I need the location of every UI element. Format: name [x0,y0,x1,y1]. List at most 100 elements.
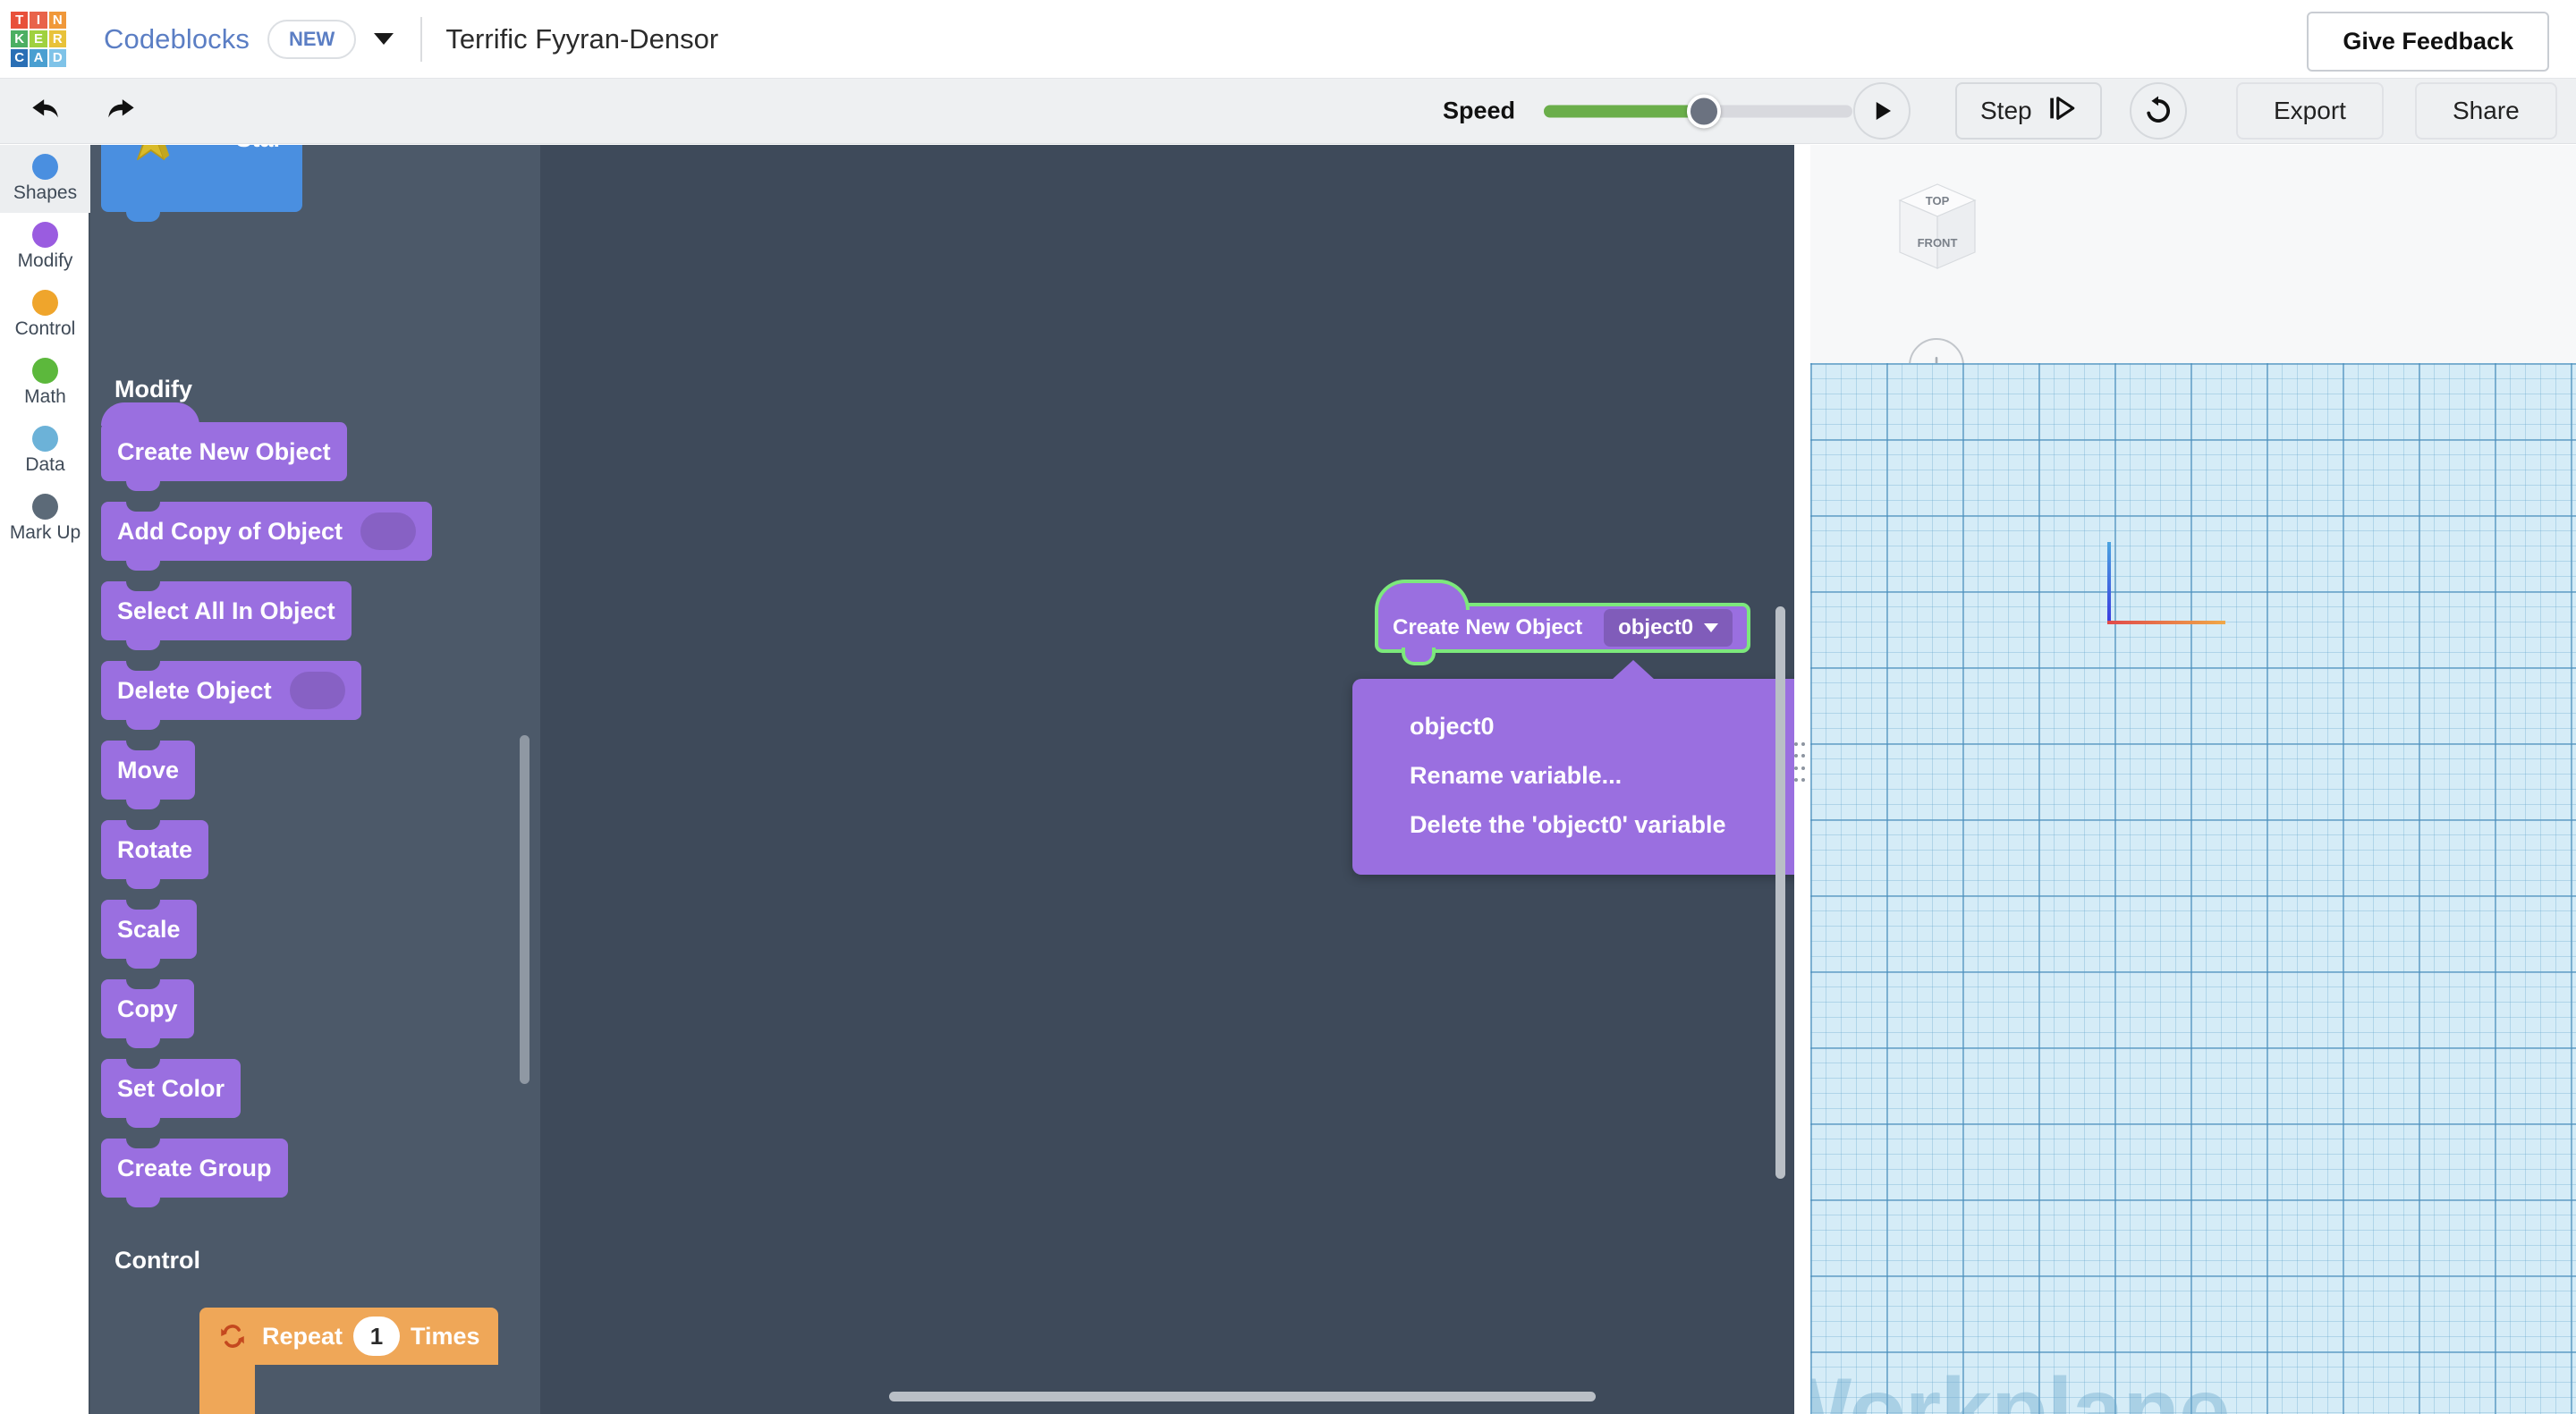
workplane-grid[interactable]: Workplane [1810,363,2576,1414]
play-button[interactable] [1853,82,1911,140]
palette-block-label: Create Group [117,1154,272,1181]
workspace-block-create-new-object[interactable]: Create New Object object0 [1375,580,1751,665]
rail-item-label: Data [25,454,65,475]
logo-tile-d-8: D [48,49,66,67]
redo-icon[interactable] [93,83,148,139]
view-cube[interactable]: TOP FRONT [1882,172,1994,284]
palette-block-label: Rotate [117,835,193,863]
context-menu-item-1[interactable]: Rename variable... [1352,751,1794,800]
palette-block-rotate[interactable]: Rotate [101,820,209,889]
new-badge: NEW [267,19,357,59]
category-rail: Shapes Modify Control Math Data Mark Up [0,145,90,1414]
3d-viewer[interactable]: TOP FRONT Workplane [1810,145,2576,1414]
toolbar: Speed Step Export Share [0,79,2576,144]
context-menu-item-2[interactable]: Delete the 'object0' variable [1352,800,1794,850]
export-button[interactable]: Export [2236,82,2384,140]
rail-item-shapes[interactable]: Shapes [0,145,90,213]
palette-block-label: Select All In Object [117,597,335,624]
step-button-label: Step [1980,97,2032,124]
chevron-down-icon [1704,623,1719,632]
palette-scrollbar[interactable] [520,735,530,1084]
give-feedback-button[interactable]: Give Feedback [2307,12,2549,72]
palette-block-set-color[interactable]: Set Color [101,1059,242,1128]
palette-block-label: Scale [117,915,181,943]
project-title[interactable]: Terrific Fyyran-Densor [445,23,718,55]
rail-item-control[interactable]: Control [0,281,90,349]
speed-control: Speed [1443,94,1853,128]
loop-icon [217,1321,248,1351]
palette-block-label: Add Copy of Object [117,517,343,545]
repeat-block-arm [199,1365,255,1414]
palette-section-control: Control [114,1247,200,1274]
viewcube-top-label: TOP [1926,194,1950,207]
palette-block-slot[interactable] [289,672,345,709]
palette-block-scale[interactable]: Scale [101,900,197,969]
axis-x-indicator [2107,621,2225,624]
palette-block-move[interactable]: Move [101,741,196,809]
repeat-block-header: Repeat 1 Times [199,1308,498,1365]
logo-tile-t-0: T [11,11,29,29]
workspace-horizontal-scrollbar[interactable] [889,1392,1596,1401]
variable-context-menu[interactable]: object0 Rename variable... Delete the 'obj… [1352,660,1794,875]
palette-block-label: Create New Object [117,437,331,465]
star-shape-icon [128,145,192,174]
logo-tile-i-1: I [30,11,47,29]
repeat-suffix-label: Times [411,1322,480,1350]
object-variable-value: object0 [1618,615,1694,639]
palette-block-label: Move [117,756,180,783]
palette-block-create-new-object[interactable]: Create New Object [101,402,347,491]
rail-item-label: Modify [17,250,73,271]
rail-item-mark-up[interactable]: Mark Up [0,485,90,553]
app-header: TIN KER CAD Codeblocks NEW Terrific Fyyran… [0,0,2576,79]
step-button[interactable]: Step [1955,82,2102,140]
palette-block-label: Delete Object [117,676,272,704]
context-menu-arrow [1612,660,1655,680]
rail-item-data[interactable]: Data [0,417,90,485]
rail-dot-icon [32,154,58,180]
chevron-down-icon[interactable] [374,33,394,45]
reset-button[interactable] [2130,82,2187,140]
logo-tile-a-7: A [30,49,47,67]
rail-item-math[interactable]: Math [0,349,90,417]
rail-item-label: Shapes [13,182,78,203]
palette-block-star-label: Star [235,145,283,153]
rail-dot-icon [32,426,58,452]
speed-slider-thumb[interactable] [1687,94,1722,128]
speed-slider[interactable] [1544,94,1853,128]
rail-dot-icon [32,290,58,316]
logo-tile-n-2: N [48,11,66,29]
object-variable-dropdown[interactable]: object0 [1604,609,1733,647]
rail-item-modify[interactable]: Modify [0,213,90,281]
workspace-block-label: Create New Object [1393,615,1583,639]
context-menu-item-0[interactable]: object0 [1352,702,1794,751]
palette-block-copy[interactable]: Copy [101,979,194,1048]
speed-slider-fill [1544,105,1705,117]
workspace-vertical-scrollbar[interactable] [1775,606,1785,1179]
undo-icon[interactable] [18,83,73,139]
palette-block-slot[interactable] [360,512,416,550]
logo-tile-e-4: E [30,30,47,48]
block-palette[interactable]: Star Modify Create New Object Add Copy of… [90,145,540,1414]
rail-item-label: Control [14,318,76,339]
palette-block-select-all-in-object[interactable]: Select All In Object [101,581,352,650]
tinkercad-logo[interactable]: TIN KER CAD [11,11,66,67]
palette-block-star[interactable]: Star [101,145,302,222]
palette-block-repeat[interactable]: Repeat 1 Times [199,1308,508,1414]
share-button[interactable]: Share [2415,82,2557,140]
repeat-prefix-label: Repeat [262,1322,343,1350]
logo-tile-r-5: R [48,30,66,48]
panel-resize-handle[interactable] [1794,742,1805,782]
rail-dot-icon [32,222,58,248]
rail-item-label: Math [24,386,66,407]
palette-block-create-group[interactable]: Create Group [101,1139,288,1207]
app-name[interactable]: Codeblocks [104,23,250,55]
rail-dot-icon [32,494,58,520]
axis-z-indicator [2107,542,2111,624]
repeat-count-input[interactable]: 1 [353,1317,401,1356]
code-workspace[interactable]: Create New Object object0 object0 Rename … [540,145,1794,1414]
palette-block-add-copy-of-object[interactable]: Add Copy of Object [101,502,432,571]
palette-block-label: Set Color [117,1074,225,1102]
palette-block-label: Copy [117,995,178,1022]
palette-block-delete-object[interactable]: Delete Object [101,661,361,730]
workplane-watermark: Workplane [1810,1359,2231,1414]
